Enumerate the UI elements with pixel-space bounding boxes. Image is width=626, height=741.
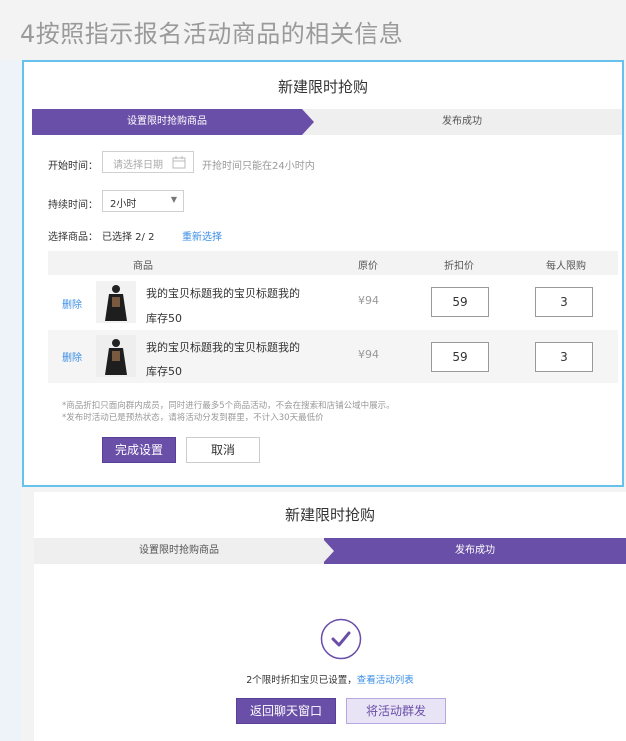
step-setup-label: 设置限时抢购商品	[127, 116, 207, 127]
product-thumbnail	[96, 281, 136, 323]
step-setup: 设置限时抢购商品	[34, 538, 324, 564]
limit-input[interactable]: 3	[535, 342, 593, 372]
page-header: 4按照指示报名活动商品的相关信息	[0, 0, 626, 60]
original-price: ¥94	[358, 294, 379, 307]
check-icon	[320, 618, 362, 660]
left-gutter	[0, 60, 22, 741]
table-row: 删除 我的宝贝标题我的宝贝标题我的 库存50 ¥94 59 3	[48, 330, 618, 383]
broadcast-activity-button[interactable]: 将活动群发	[346, 698, 446, 724]
chevron-down-icon: ▼	[170, 195, 177, 204]
col-product: 商品	[133, 261, 153, 272]
step-published-label: 发布成功	[455, 545, 495, 556]
col-limit: 每人限购	[546, 261, 586, 272]
product-thumbnail	[96, 335, 136, 377]
original-price: ¥94	[358, 348, 379, 361]
delete-link[interactable]: 删除	[62, 296, 82, 311]
complete-setup-button[interactable]: 完成设置	[102, 437, 176, 463]
reselect-link[interactable]: 重新选择	[182, 228, 222, 243]
limit-input[interactable]: 3	[535, 287, 593, 317]
duration-value: 2小时	[110, 199, 137, 210]
step-bar: 发布成功 设置限时抢购商品	[32, 109, 622, 135]
duration-label: 持续时间：	[48, 200, 98, 211]
step-published: 发布成功	[302, 109, 622, 135]
selection-count: 已选择 2/ 2	[102, 232, 155, 243]
discount-input[interactable]: 59	[431, 342, 489, 372]
panel-title: 新建限时抢购	[284, 506, 375, 524]
view-activity-list-link[interactable]: 查看活动列表	[357, 675, 414, 686]
discount-input[interactable]: 59	[431, 287, 489, 317]
step-arrow	[322, 538, 334, 564]
back-to-chat-button[interactable]: 返回聊天窗口	[236, 698, 336, 724]
step-setup-label: 设置限时抢购商品	[139, 545, 219, 556]
calendar-icon[interactable]	[172, 156, 186, 169]
start-date-placeholder: 请选择日期	[113, 160, 163, 171]
col-discount: 折扣价	[444, 261, 474, 272]
start-time-label: 开始时间：	[48, 161, 98, 172]
panel-title: 新建限时抢购	[277, 78, 368, 96]
note-1: *商品折扣只面向群内成员，同时进行最多5个商品活动，不会在搜索和店铺公域中展示。	[62, 401, 395, 411]
col-price: 原价	[358, 261, 378, 272]
selection-label: 选择商品：	[48, 232, 98, 243]
page-heading: 4按照指示报名活动商品的相关信息	[20, 20, 404, 48]
success-message: 2个限时折扣宝贝已设置，查看活动列表	[34, 672, 626, 686]
step-published: 发布成功	[324, 538, 626, 564]
cancel-button[interactable]: 取消	[186, 437, 260, 463]
step-bar: 设置限时抢购商品 发布成功	[34, 538, 626, 564]
start-time-hint: 开抢时间只能在24小时内	[202, 161, 315, 172]
note-2: *发布时活动已是预热状态，请将活动分发到群里，不计入30天最低价	[62, 413, 324, 423]
step-arrow	[302, 109, 314, 135]
step-setup: 设置限时抢购商品	[32, 109, 302, 135]
product-title: 我的宝贝标题我的宝贝标题我的	[146, 287, 300, 300]
product-stock: 库存50	[146, 365, 182, 378]
duration-select[interactable]: 2小时 ▼	[102, 190, 184, 212]
setup-panel: 新建限时抢购 发布成功 设置限时抢购商品 开始时间： 请选择日期 开抢时间只能在…	[22, 60, 624, 487]
success-panel: 新建限时抢购 设置限时抢购商品 发布成功 2个限时折扣宝贝已设置，查看活动列表 …	[34, 492, 626, 741]
table-header: 商品 原价 折扣价 每人限购	[48, 251, 618, 275]
product-title: 我的宝贝标题我的宝贝标题我的	[146, 341, 300, 354]
step-published-label: 发布成功	[442, 116, 482, 127]
table-row: 删除 我的宝贝标题我的宝贝标题我的 库存50 ¥94 59 3	[48, 275, 618, 330]
product-stock: 库存50	[146, 312, 182, 325]
start-date-input[interactable]: 请选择日期	[102, 151, 194, 173]
success-text: 2个限时折扣宝贝已设置，	[246, 675, 357, 686]
delete-link[interactable]: 删除	[62, 349, 82, 364]
